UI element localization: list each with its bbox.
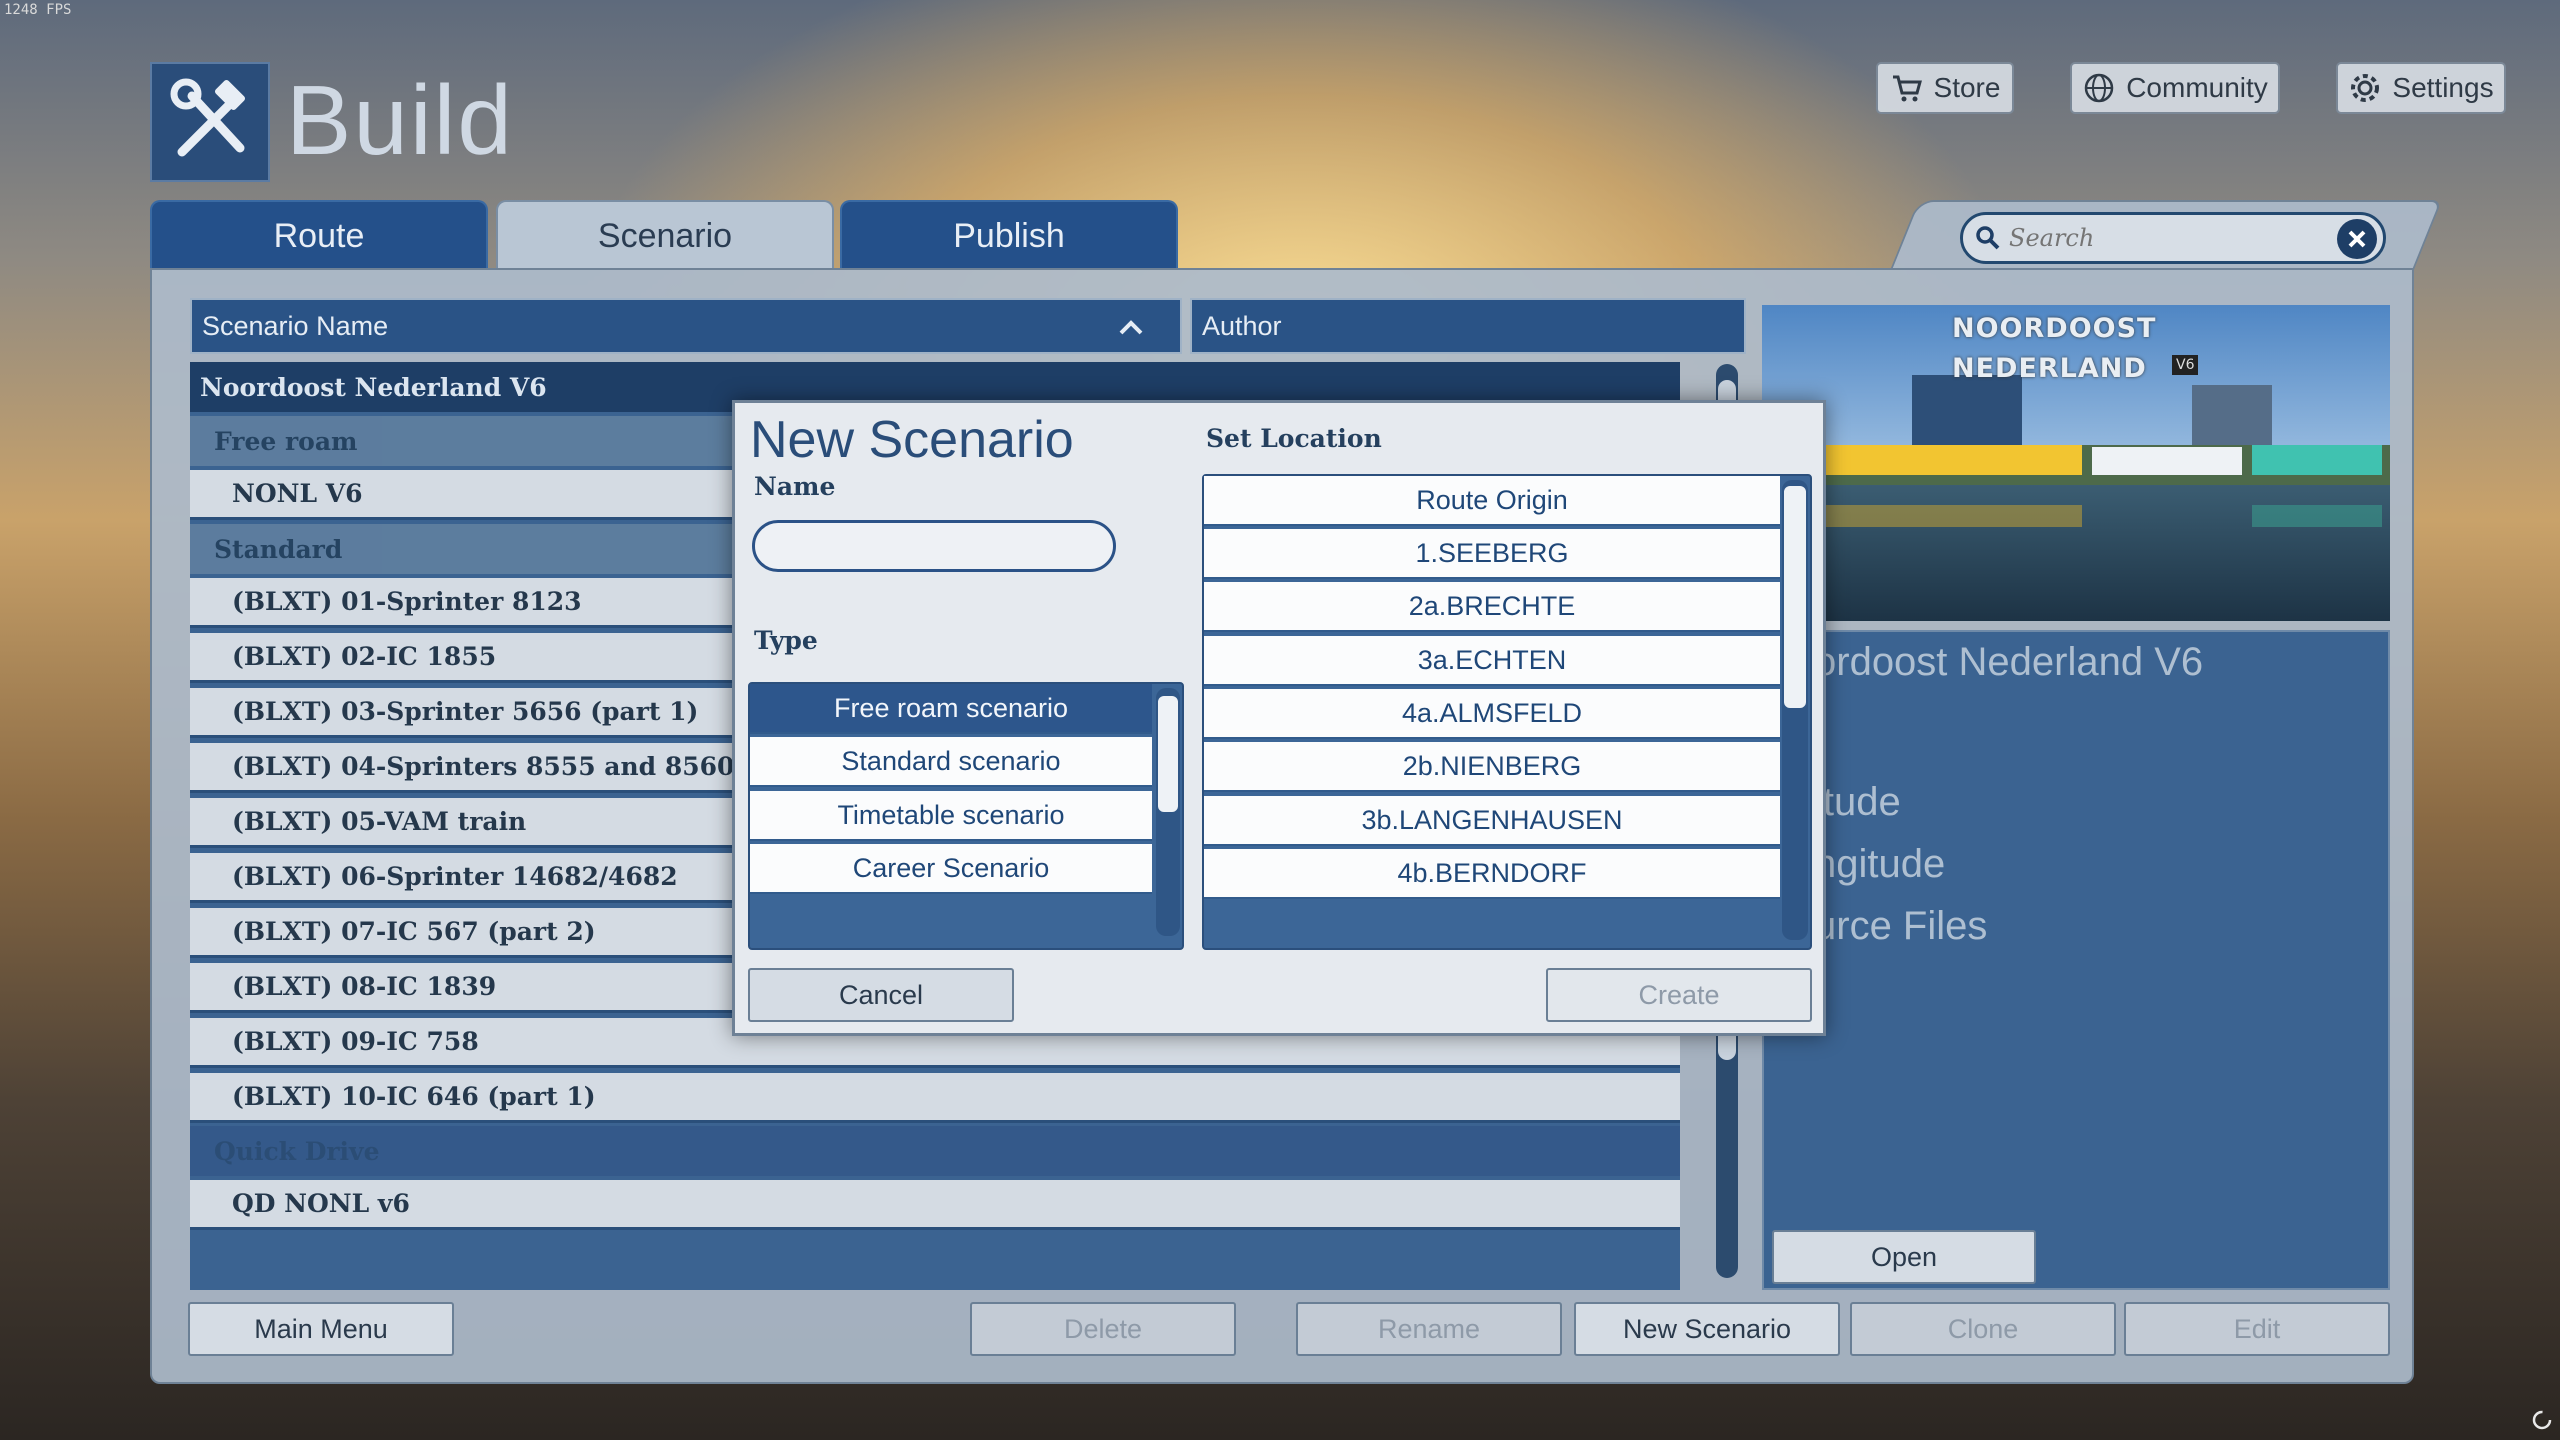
dialog-title: New Scenario xyxy=(750,411,1074,469)
create-button[interactable]: Create xyxy=(1546,968,1812,1022)
cancel-button[interactable]: Cancel xyxy=(748,968,1014,1022)
clone-button[interactable]: Clone xyxy=(1850,1302,2116,1356)
location-option[interactable]: 1.SEEBERG xyxy=(1204,529,1780,579)
tab-route[interactable]: Route xyxy=(150,200,488,270)
location-option[interactable]: Route Origin xyxy=(1204,476,1780,526)
tab-publish[interactable]: Publish xyxy=(840,200,1178,270)
clear-search-button[interactable] xyxy=(2337,219,2377,259)
type-option-career[interactable]: Career Scenario xyxy=(750,844,1152,894)
tab-scenario[interactable]: Scenario xyxy=(496,200,834,270)
globe-icon xyxy=(2084,73,2114,103)
page-title: Build xyxy=(286,65,514,175)
search-icon xyxy=(1976,226,2000,250)
community-label: Community xyxy=(2126,72,2268,103)
scenario-name-input[interactable] xyxy=(752,520,1116,572)
new-scenario-button[interactable]: New Scenario xyxy=(1574,1302,1840,1356)
search-box[interactable] xyxy=(1960,212,2386,264)
location-option[interactable]: 2a.BRECHTE xyxy=(1204,582,1780,632)
column-label-author: Author xyxy=(1202,310,1282,341)
route-info-title: ordoost Nederland V6 xyxy=(1814,640,2204,684)
list-item[interactable]: QD NONL v6 xyxy=(190,1180,1680,1230)
location-option[interactable]: 4a.ALMSFELD xyxy=(1204,689,1780,739)
list-subgroup-quick-drive[interactable]: Quick Drive xyxy=(190,1126,1680,1176)
preview-title-line-1: NOORDOOST xyxy=(1952,313,2157,344)
rename-button[interactable]: Rename xyxy=(1296,1302,1562,1356)
route-preview-image: NOORDOOST NEDERLAND V6 xyxy=(1762,305,2390,621)
gear-icon xyxy=(2351,74,2380,102)
dialog-location-label: Set Location xyxy=(1206,424,1382,453)
type-option-timetable[interactable]: Timetable scenario xyxy=(750,791,1152,841)
hammer-wrench-icon xyxy=(170,78,246,157)
route-info-source-files: urce Files xyxy=(1814,904,1988,948)
delete-button[interactable]: Delete xyxy=(970,1302,1236,1356)
route-info-longitude: ngitude xyxy=(1814,842,1946,886)
location-option[interactable]: 3a.ECHTEN xyxy=(1204,636,1780,686)
edit-button[interactable]: Edit xyxy=(2124,1302,2390,1356)
open-button[interactable]: Open xyxy=(1772,1230,2036,1284)
close-icon xyxy=(2348,230,2366,248)
store-button[interactable]: Store xyxy=(1876,62,2014,114)
column-label-name: Scenario Name xyxy=(202,310,389,341)
settings-label: Settings xyxy=(2392,72,2494,103)
location-option[interactable]: 2b.NIENBERG xyxy=(1204,742,1780,792)
column-header-scenario-name[interactable]: Scenario Name xyxy=(190,298,1182,354)
route-info-latitude: itude xyxy=(1814,780,1901,824)
search-input[interactable] xyxy=(2009,224,2349,252)
dialog-type-label: Type xyxy=(754,626,818,655)
location-list-scrollbar-thumb[interactable] xyxy=(1782,484,1808,710)
cart-icon xyxy=(1892,75,1922,102)
location-option[interactable]: 3b.LANGENHAUSEN xyxy=(1204,796,1780,846)
settings-button[interactable]: Settings xyxy=(2336,62,2506,114)
preview-version-badge: V6 xyxy=(2172,355,2199,375)
route-info-panel xyxy=(1762,630,2390,1290)
type-option-free-roam[interactable]: Free roam scenario xyxy=(750,684,1152,734)
fps-counter: 1248 FPS xyxy=(4,2,72,18)
dialog-name-label: Name xyxy=(754,472,836,501)
loading-spinner-icon xyxy=(2530,1408,2554,1436)
main-menu-button[interactable]: Main Menu xyxy=(188,1302,454,1356)
store-label: Store xyxy=(1933,72,2001,103)
location-option[interactable]: 4b.BERNDORF xyxy=(1204,849,1780,899)
preview-title-line-2: NEDERLAND xyxy=(1952,353,2147,384)
column-header-author[interactable]: Author xyxy=(1190,298,1746,354)
community-button[interactable]: Community xyxy=(2070,62,2280,114)
list-item[interactable]: (BLXT) 10-IC 646 (part 1) xyxy=(190,1073,1680,1123)
build-logo xyxy=(150,62,270,182)
chevron-up-icon xyxy=(1119,320,1143,335)
type-option-standard[interactable]: Standard scenario xyxy=(750,737,1152,787)
type-list-scrollbar-thumb[interactable] xyxy=(1156,694,1180,814)
